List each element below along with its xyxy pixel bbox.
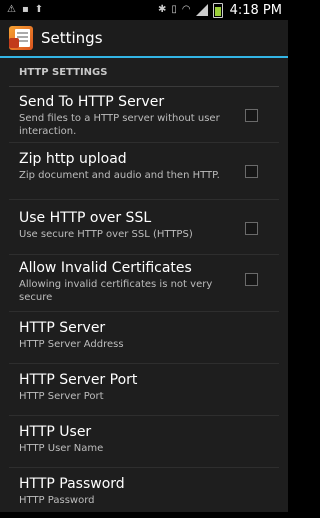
notification-warning-icon: ⚠ — [7, 4, 16, 15]
pref-http-server[interactable]: HTTP Server HTTP Server Address — [9, 312, 279, 364]
preferences-list[interactable]: HTTP SETTINGS Send To HTTP Server Send f… — [0, 58, 288, 512]
wifi-icon: ◠ — [181, 4, 191, 15]
pref-use-http-over-ssl[interactable]: Use HTTP over SSL Use secure HTTP over S… — [9, 200, 279, 255]
pref-title: HTTP Server — [19, 320, 106, 336]
pref-http-server-port[interactable]: HTTP Server Port HTTP Server Port — [9, 364, 279, 416]
status-bar: ⚠ ▪ ⬆ ✱ ▯ ◠ 4:18 PM — [0, 0, 288, 20]
pref-title: Send To HTTP Server — [19, 94, 165, 110]
pref-zip-http-upload[interactable]: Zip http upload Zip document and audio a… — [9, 143, 279, 200]
status-bar-system: ✱ ▯ ◠ 4:18 PM — [157, 2, 288, 18]
section-header: HTTP SETTINGS — [9, 58, 279, 87]
pref-send-to-http-server[interactable]: Send To HTTP Server Send files to a HTTP… — [9, 87, 279, 143]
pref-title: HTTP Server Port — [19, 372, 138, 388]
pref-summary: HTTP Server Address — [19, 339, 124, 350]
pref-summary: Zip document and audio and then HTTP. — [19, 170, 220, 181]
use-http-over-ssl-checkbox[interactable] — [245, 222, 258, 235]
pref-title: HTTP Password — [19, 476, 125, 492]
pref-http-user[interactable]: HTTP User HTTP User Name — [9, 416, 279, 468]
status-bar-notifications: ⚠ ▪ ⬆ — [0, 5, 43, 15]
upload-icon: ⬆ — [34, 4, 44, 15]
pref-summary: Allowing invalid certificates is not ver… — [19, 279, 213, 303]
pref-title: HTTP User — [19, 424, 92, 440]
pref-title: Zip http upload — [19, 151, 127, 167]
zip-http-upload-checkbox[interactable] — [245, 165, 258, 178]
pref-summary: HTTP Server Port — [19, 391, 104, 402]
pref-allow-invalid-certificates[interactable]: Allow Invalid Certificates Allowing inva… — [9, 255, 279, 312]
pref-summary: HTTP Password — [19, 495, 95, 506]
pref-summary: Send files to a HTTP server without user… — [19, 113, 220, 137]
pref-title: Allow Invalid Certificates — [19, 260, 192, 276]
action-bar: Settings — [0, 20, 288, 58]
vibrate-icon: ▯ — [171, 4, 177, 15]
allow-invalid-certificates-checkbox[interactable] — [245, 273, 258, 286]
pref-title: Use HTTP over SSL — [19, 210, 152, 226]
signal-icon — [195, 4, 208, 16]
image-icon: ▪ — [21, 4, 29, 15]
app-document-icon[interactable] — [9, 26, 33, 50]
battery-icon — [212, 2, 223, 18]
status-time: 4:18 PM — [229, 2, 282, 18]
bluetooth-icon: ✱ — [157, 4, 167, 15]
send-to-http-server-checkbox[interactable] — [245, 109, 258, 122]
pref-summary: Use secure HTTP over SSL (HTTPS) — [19, 229, 193, 240]
pref-http-password[interactable]: HTTP Password HTTP Password — [9, 468, 279, 518]
pref-summary: HTTP User Name — [19, 443, 104, 454]
page-title: Settings — [41, 29, 103, 47]
